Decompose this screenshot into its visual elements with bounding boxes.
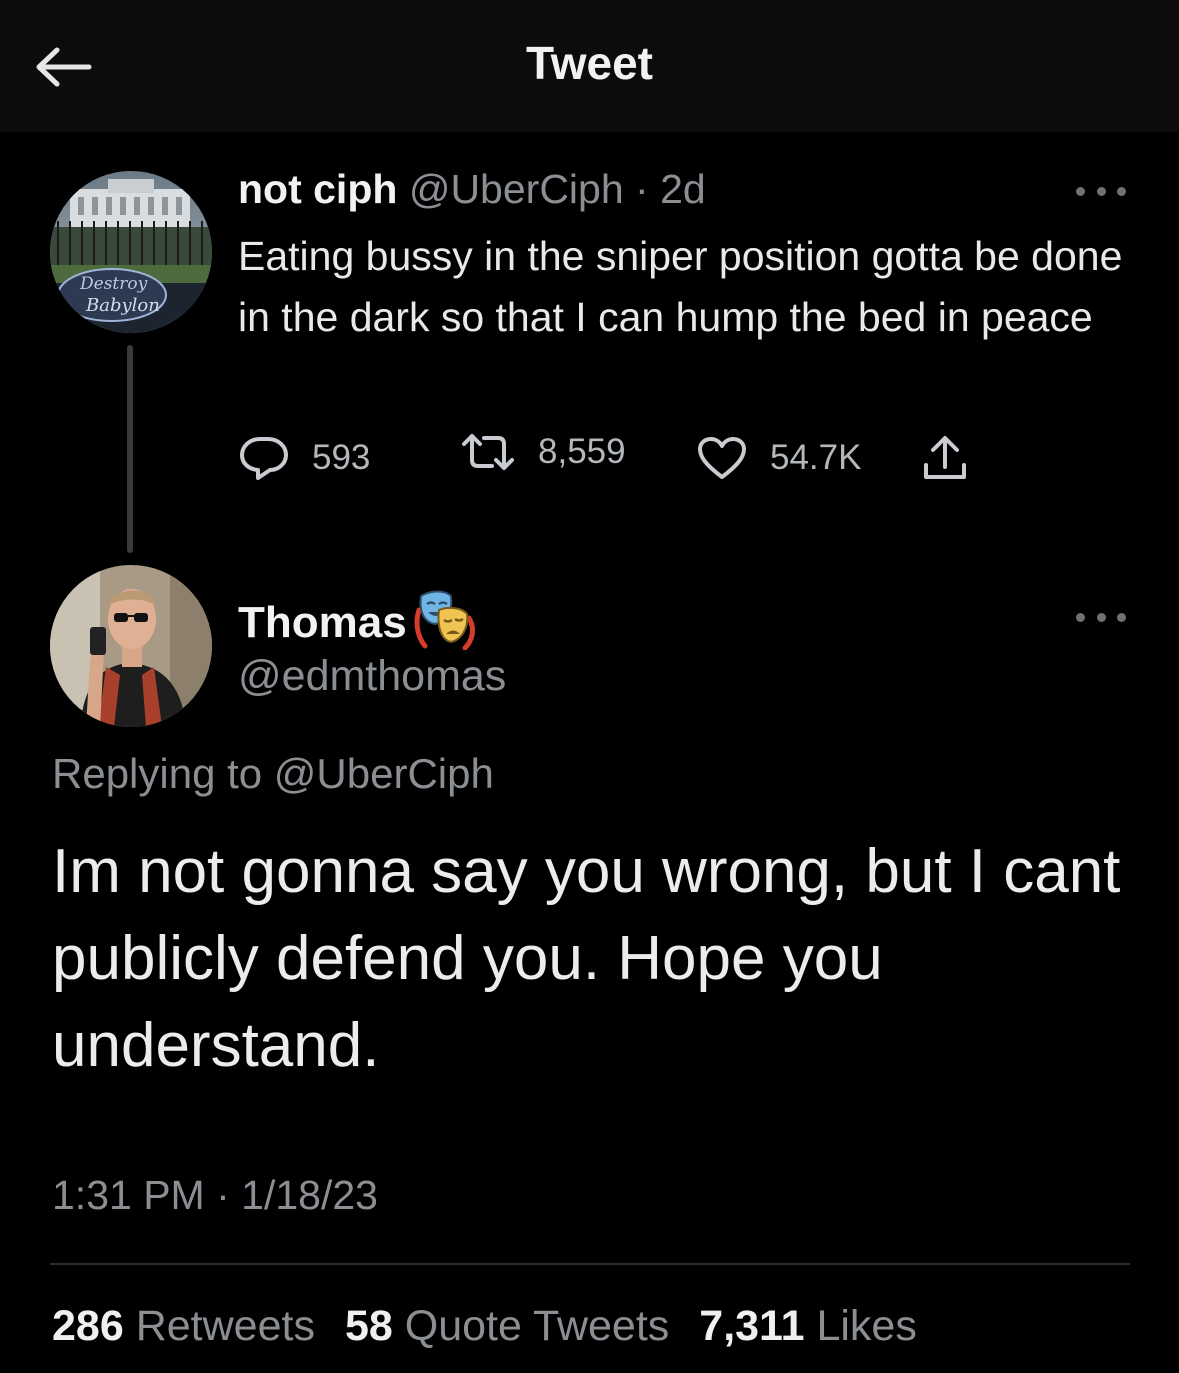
parent-display-name[interactable]: not ciph <box>238 166 397 212</box>
parent-tweet-header: not ciph @UberCiph · 2d <box>238 166 706 213</box>
replying-to-mention[interactable]: @UberCiph <box>274 750 494 797</box>
parent-handle[interactable]: @UberCiph <box>409 166 624 212</box>
tweet-date: 1/18/23 <box>241 1172 378 1218</box>
share-action-button[interactable] <box>922 428 968 488</box>
header-separator: · <box>635 166 649 212</box>
avatar-image <box>50 565 212 727</box>
more-dot-icon <box>1096 612 1106 622</box>
retweet-count: 8,559 <box>538 432 626 471</box>
stats-divider <box>50 1263 1130 1265</box>
avatar-image: Destroy Babylon <box>50 171 212 333</box>
parent-avatar[interactable]: Destroy Babylon <box>50 171 212 333</box>
parent-tweet-text: Eating bussy in the sniper position gott… <box>238 233 1123 340</box>
retweets-stat-count: 286 <box>52 1302 124 1350</box>
engagement-stats: 286 Retweets 58 Quote Tweets 7,311 Likes <box>52 1302 947 1351</box>
quote-tweets-stat-label: Quote Tweets <box>404 1302 670 1350</box>
more-dot-icon <box>1117 186 1126 196</box>
more-dot-icon <box>1096 186 1106 196</box>
like-count: 54.7K <box>770 438 862 477</box>
retweets-stat-label: Retweets <box>135 1302 315 1350</box>
top-bar: Tweet <box>0 0 1179 132</box>
reply-more-button[interactable] <box>1076 607 1126 627</box>
tweet-timestamp[interactable]: 1:31 PM · 1/18/23 <box>52 1172 378 1219</box>
likes-stat-count: 7,311 <box>699 1302 805 1350</box>
timestamp-separator: · <box>216 1172 230 1218</box>
page-title: Tweet <box>526 37 653 89</box>
quote-tweets-stat[interactable]: 58 Quote Tweets <box>345 1302 669 1351</box>
replying-to-line: Replying to @UberCiph <box>52 750 494 798</box>
retweet-icon <box>462 434 514 470</box>
reply-bubble-icon <box>240 437 288 480</box>
likes-stat-label: Likes <box>816 1302 917 1350</box>
replying-prefix: Replying to <box>52 750 263 797</box>
reply-tweet-text: Im not gonna say you wrong, but I cant p… <box>52 837 1121 1080</box>
reply-handle[interactable]: @edmthomas <box>238 652 506 701</box>
parent-tweet-actions: 593 8,559 54.7K <box>238 428 998 488</box>
reply-count: 593 <box>312 438 371 477</box>
quote-tweets-stat-count: 58 <box>344 1302 393 1350</box>
reply-action-button[interactable]: 593 <box>238 428 370 488</box>
like-action-button[interactable]: 54.7K <box>696 428 861 488</box>
reply-avatar[interactable] <box>50 565 212 727</box>
share-upload-icon <box>924 436 966 479</box>
reply-display-name-text: Thomas <box>238 598 407 647</box>
theater-masks-icon <box>414 590 475 650</box>
more-dot-icon <box>1117 612 1126 622</box>
parent-more-button[interactable] <box>1076 181 1126 201</box>
parent-tweet-age[interactable]: 2d <box>660 166 706 212</box>
heart-icon <box>698 437 746 479</box>
likes-stat[interactable]: 7,311 Likes <box>699 1302 917 1351</box>
thread-connector-line <box>127 345 133 553</box>
svg-text:Destroy: Destroy <box>79 274 148 294</box>
more-dot-icon <box>1076 186 1085 196</box>
retweets-stat[interactable]: 286 Retweets <box>52 1302 315 1351</box>
tweet-time: 1:31 PM <box>52 1172 205 1218</box>
more-dot-icon <box>1076 612 1085 622</box>
reply-display-name[interactable]: Thomas <box>238 590 477 654</box>
svg-text:Babylon: Babylon <box>85 295 160 316</box>
retweet-action-button[interactable]: 8,559 <box>460 422 626 482</box>
